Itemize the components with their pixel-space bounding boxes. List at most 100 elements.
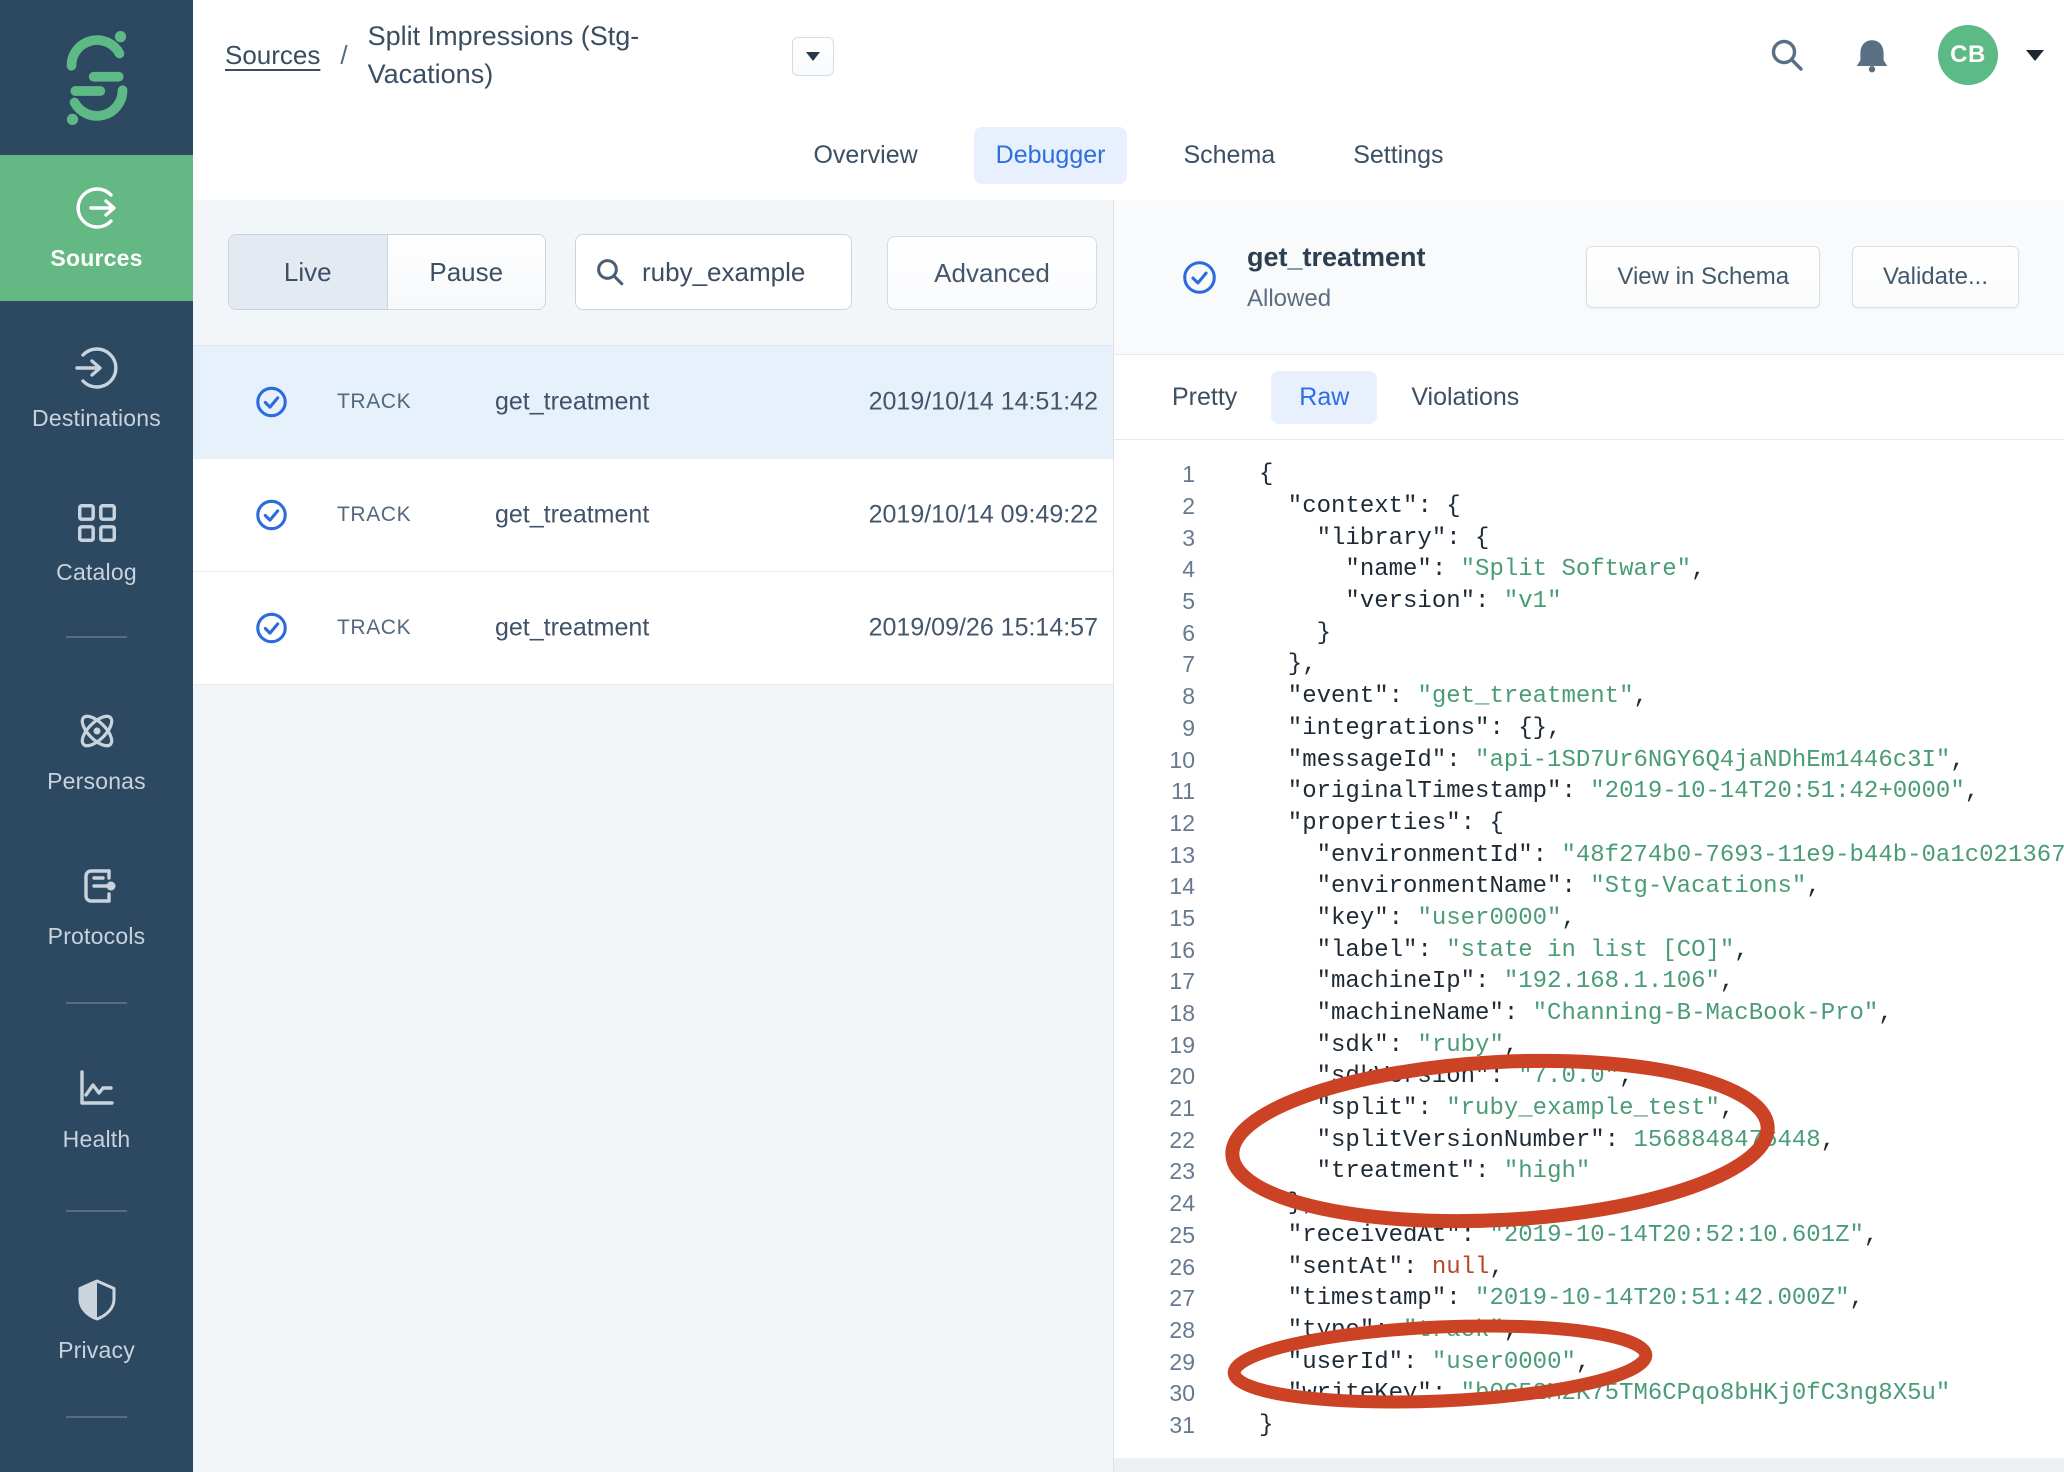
code-line: 5 "version": "v1" bbox=[1114, 586, 2064, 618]
check-circle-icon bbox=[1182, 260, 1217, 295]
code-line: 14 "environmentName": "Stg-Vacations", bbox=[1114, 871, 2064, 903]
sidebar-item-privacy[interactable]: Privacy bbox=[0, 1247, 193, 1393]
tab-violations[interactable]: Violations bbox=[1411, 371, 1519, 424]
tab-pretty[interactable]: Pretty bbox=[1172, 371, 1237, 424]
debugger-event-list-panel: Live Pause ruby_example Advanced TRACK g… bbox=[193, 200, 1113, 1472]
check-circle-icon bbox=[255, 386, 288, 419]
code-line: 23 "treatment": "high" bbox=[1114, 1156, 2064, 1188]
avatar[interactable]: CB bbox=[1938, 25, 1998, 85]
code-line: 28 "type": "track", bbox=[1114, 1315, 2064, 1347]
tab-raw[interactable]: Raw bbox=[1271, 371, 1377, 424]
main-tabbar: Overview Debugger Schema Settings bbox=[193, 110, 2064, 201]
topbar-actions: CB bbox=[1768, 0, 2044, 110]
event-timestamp: 2019/10/14 09:49:22 bbox=[869, 501, 1098, 530]
sidebar-item-label: Sources bbox=[50, 245, 142, 272]
personas-icon bbox=[73, 707, 121, 755]
pause-toggle-button[interactable]: Pause bbox=[388, 235, 546, 309]
code-line: 20 "sdkVersion": "7.0.0", bbox=[1114, 1061, 2064, 1093]
code-line: 22 "splitVersionNumber": 1568848476448, bbox=[1114, 1124, 2064, 1156]
code-line: 3 "library": { bbox=[1114, 522, 2064, 554]
code-line: 17 "machineIp": "192.168.1.106", bbox=[1114, 966, 2064, 998]
code-line: 25 "receivedAt": "2019-10-14T20:52:10.60… bbox=[1114, 1220, 2064, 1252]
event-name: get_treatment bbox=[495, 614, 649, 643]
event-timestamp: 2019/09/26 15:14:57 bbox=[869, 614, 1098, 643]
code-line: 16 "label": "state in list [CO]", bbox=[1114, 934, 2064, 966]
event-name: get_treatment bbox=[495, 388, 649, 417]
sidebar-item-personas[interactable]: Personas bbox=[0, 678, 193, 824]
payload-view-tabs: Pretty Raw Violations bbox=[1114, 356, 2064, 440]
source-menu-button[interactable] bbox=[792, 37, 834, 76]
code-line: 9 "integrations": {}, bbox=[1114, 713, 2064, 745]
sidebar-divider bbox=[66, 1416, 127, 1418]
search-icon[interactable] bbox=[1768, 36, 1806, 74]
bell-icon[interactable] bbox=[1852, 37, 1892, 73]
sidebar-divider bbox=[66, 1002, 127, 1004]
code-line: 30 "writeKey": "b0C52M2K75TM6CPqo8bHKj0f… bbox=[1114, 1378, 2064, 1410]
sidebar-divider bbox=[66, 1210, 127, 1212]
live-pause-toggle: Live Pause bbox=[228, 234, 546, 310]
segment-logo[interactable] bbox=[0, 0, 193, 155]
event-detail-title: get_treatment bbox=[1247, 242, 1426, 273]
sidebar-divider bbox=[66, 636, 127, 638]
event-row[interactable]: TRACK get_treatment 2019/10/14 14:51:42 bbox=[193, 346, 1113, 459]
code-line: 29 "userId": "user0000", bbox=[1114, 1346, 2064, 1378]
event-status: Allowed bbox=[1247, 285, 1426, 313]
code-line: 8 "event": "get_treatment", bbox=[1114, 681, 2064, 713]
tab-overview[interactable]: Overview bbox=[791, 127, 939, 184]
privacy-shield-icon bbox=[73, 1276, 121, 1324]
tab-debugger[interactable]: Debugger bbox=[974, 127, 1128, 184]
code-line: 11 "originalTimestamp": "2019-10-14T20:5… bbox=[1114, 776, 2064, 808]
app-root: Sources Destinations Catalog bbox=[0, 0, 2064, 1472]
sidebar-item-label: Health bbox=[63, 1126, 131, 1153]
catalog-icon bbox=[74, 500, 120, 546]
breadcrumb-separator: / bbox=[340, 40, 347, 71]
event-type: TRACK bbox=[337, 616, 411, 640]
destinations-icon bbox=[73, 344, 121, 392]
code-line: 10 "messageId": "api-1SD7Ur6NGY6Q4jaNDhE… bbox=[1114, 744, 2064, 776]
code-line: 1{ bbox=[1114, 459, 2064, 491]
validate-button[interactable]: Validate... bbox=[1852, 246, 2019, 308]
health-icon bbox=[73, 1065, 121, 1113]
event-detail-header: get_treatment Allowed View in Schema Val… bbox=[1114, 200, 2064, 355]
code-line: 24 }, bbox=[1114, 1188, 2064, 1220]
event-rows: TRACK get_treatment 2019/10/14 14:51:42 … bbox=[193, 345, 1113, 685]
page-title: Split Impressions (Stg-Vacations) bbox=[368, 17, 674, 93]
live-toggle-button[interactable]: Live bbox=[229, 235, 388, 309]
event-timestamp: 2019/10/14 14:51:42 bbox=[869, 388, 1098, 417]
sidebar-item-label: Personas bbox=[47, 768, 146, 795]
event-name: get_treatment bbox=[495, 501, 649, 530]
tab-settings[interactable]: Settings bbox=[1331, 127, 1465, 184]
search-input-value: ruby_example bbox=[642, 257, 805, 288]
event-type: TRACK bbox=[337, 390, 411, 414]
event-type: TRACK bbox=[337, 503, 411, 527]
code-line: 12 "properties": { bbox=[1114, 808, 2064, 840]
sidebar: Sources Destinations Catalog bbox=[0, 0, 193, 1472]
event-detail-panel: get_treatment Allowed View in Schema Val… bbox=[1113, 200, 2064, 1472]
sidebar-item-health[interactable]: Health bbox=[0, 1036, 193, 1182]
code-line: 2 "context": { bbox=[1114, 491, 2064, 523]
breadcrumb: Sources / Split Impressions (Stg-Vacatio… bbox=[225, 0, 674, 110]
code-line: 27 "timestamp": "2019-10-14T20:51:42.000… bbox=[1114, 1283, 2064, 1315]
horizontal-scrollbar-track[interactable] bbox=[1114, 1458, 2064, 1472]
code-line: 4 "name": "Split Software", bbox=[1114, 554, 2064, 586]
event-row[interactable]: TRACK get_treatment 2019/10/14 09:49:22 bbox=[193, 459, 1113, 572]
view-in-schema-button[interactable]: View in Schema bbox=[1586, 246, 1820, 308]
tab-schema[interactable]: Schema bbox=[1161, 127, 1297, 184]
search-icon bbox=[594, 256, 626, 288]
sidebar-item-label: Catalog bbox=[56, 559, 137, 586]
sidebar-item-destinations[interactable]: Destinations bbox=[0, 315, 193, 461]
code-line: 19 "sdk": "ruby", bbox=[1114, 1029, 2064, 1061]
sidebar-item-protocols[interactable]: Protocols bbox=[0, 833, 193, 979]
code-line: 13 "environmentId": "48f274b0-7693-11e9-… bbox=[1114, 839, 2064, 871]
account-caret-down-icon[interactable] bbox=[2026, 50, 2044, 61]
topbar: Sources / Split Impressions (Stg-Vacatio… bbox=[193, 0, 2064, 111]
breadcrumb-sources-link[interactable]: Sources bbox=[225, 40, 320, 71]
event-search-input[interactable]: ruby_example bbox=[575, 234, 852, 310]
sidebar-item-label: Destinations bbox=[32, 405, 161, 432]
sidebar-item-sources[interactable]: Sources bbox=[0, 155, 193, 301]
sidebar-item-label: Protocols bbox=[48, 923, 146, 950]
advanced-button[interactable]: Advanced bbox=[887, 236, 1097, 310]
event-row[interactable]: TRACK get_treatment 2019/09/26 15:14:57 bbox=[193, 572, 1113, 685]
raw-json-viewer[interactable]: 1{2 "context": {3 "library": {4 "name": … bbox=[1114, 441, 2064, 1458]
sidebar-item-catalog[interactable]: Catalog bbox=[0, 470, 193, 616]
